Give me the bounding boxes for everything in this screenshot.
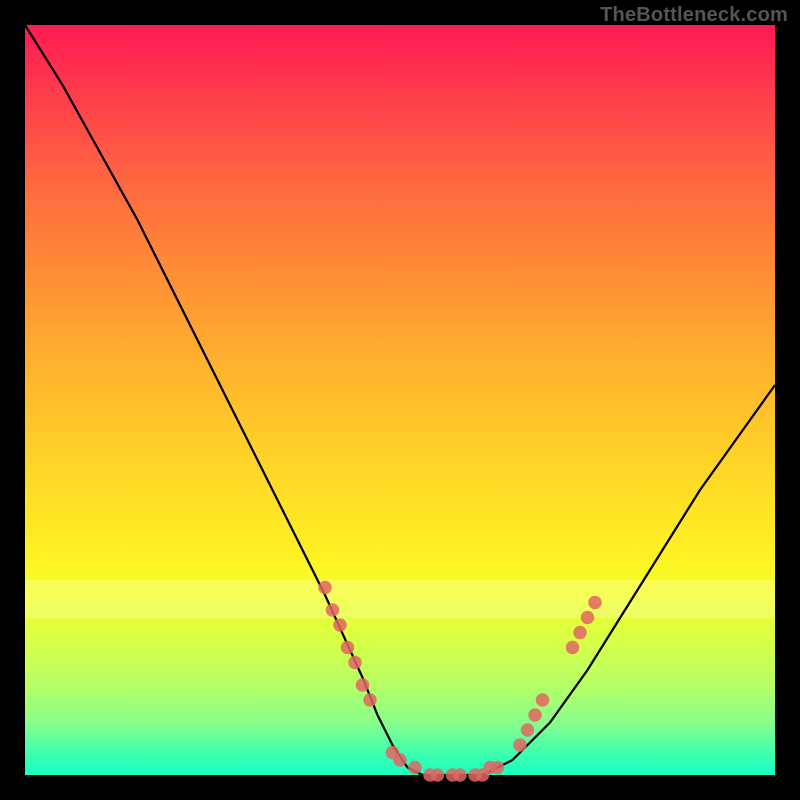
curve-right-branch xyxy=(513,385,776,760)
marker-dot xyxy=(318,581,331,595)
marker-dot xyxy=(521,723,535,737)
outer-frame: TheBottleneck.com xyxy=(0,0,800,800)
marker-dot xyxy=(573,626,587,640)
marker-dot xyxy=(393,753,406,767)
marker-dot xyxy=(588,596,602,610)
marker-dot xyxy=(453,768,466,782)
plot-area xyxy=(25,25,775,775)
marker-dot xyxy=(431,768,444,782)
marker-dot xyxy=(581,611,595,625)
chart-svg xyxy=(25,25,775,775)
marker-dot xyxy=(513,738,527,752)
marker-dot xyxy=(528,708,542,722)
marker-dot xyxy=(491,761,504,775)
marker-dot xyxy=(363,693,376,707)
marker-dot xyxy=(333,618,346,632)
marker-dot xyxy=(356,678,369,692)
marker-dot xyxy=(348,656,361,670)
curve-group xyxy=(25,25,775,775)
marker-dot xyxy=(326,603,339,617)
marker-dot xyxy=(408,761,421,775)
marker-dot xyxy=(341,641,354,655)
curve-left-branch xyxy=(25,25,408,768)
marker-dot xyxy=(536,693,550,707)
watermark-text: TheBottleneck.com xyxy=(600,4,788,27)
marker-dot xyxy=(566,641,580,655)
marker-group xyxy=(318,581,602,782)
